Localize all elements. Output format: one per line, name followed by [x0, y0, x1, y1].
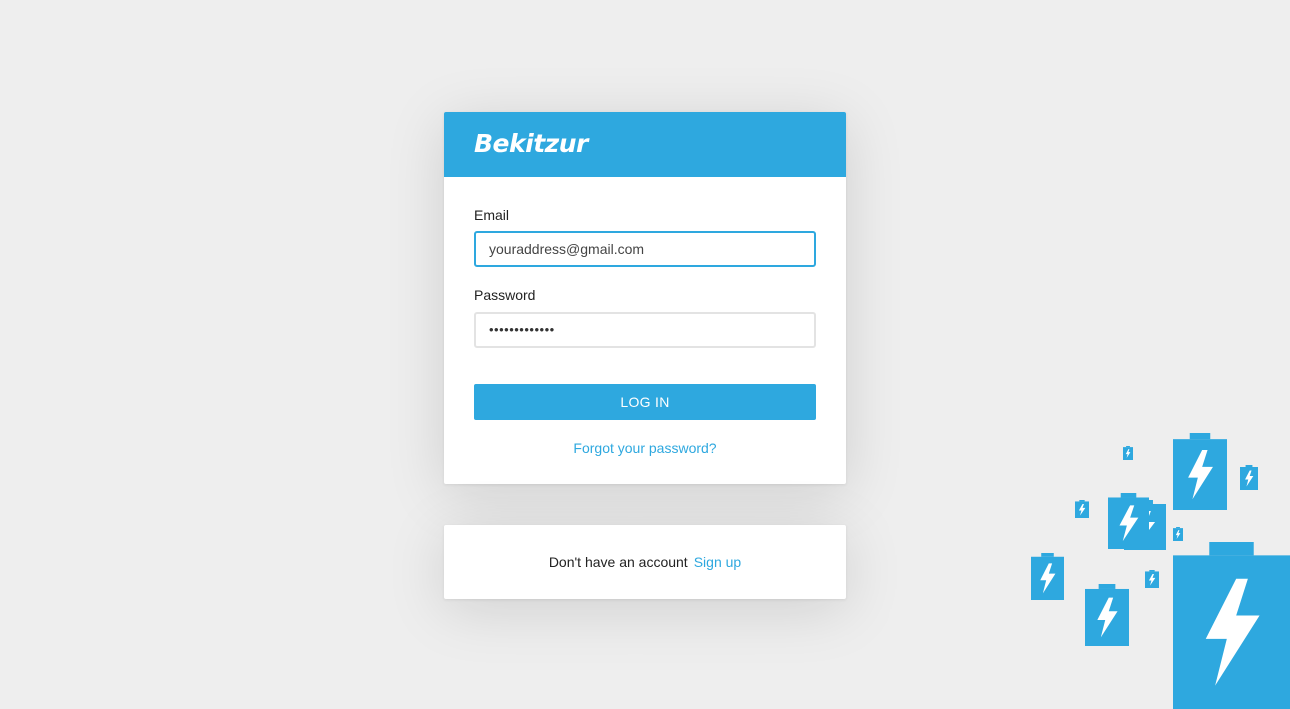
battery-charging-icon: [1085, 584, 1129, 646]
battery-charging-icon: [1173, 542, 1290, 709]
signup-prompt: Don't have an account: [548, 554, 688, 570]
battery-charging-icon: [1173, 527, 1183, 541]
battery-charging-icon: [1031, 553, 1064, 600]
battery-charging-icon: [1108, 493, 1149, 549]
battery-decoration: [1031, 433, 1290, 709]
password-label: Password: [474, 287, 536, 303]
battery-charging-icon: [1075, 500, 1089, 518]
signup-link[interactable]: Sign up: [694, 554, 741, 570]
battery-charging-icon: [1173, 433, 1227, 510]
login-button[interactable]: LOG IN: [474, 384, 816, 420]
battery-charging-icon: [1145, 570, 1159, 588]
card-header: Bekitzur: [444, 112, 846, 177]
email-field[interactable]: youraddress@gmail.com: [474, 231, 816, 267]
battery-charging-icon: [1240, 465, 1258, 490]
battery-charging-icon: [1123, 446, 1133, 460]
email-label: Email: [474, 207, 510, 223]
signup-card: Don't have an account Sign up: [444, 525, 846, 599]
forgot-password-link-text[interactable]: Forgot your password?: [573, 440, 716, 456]
forgot-password-link: Forgot your password?: [444, 440, 846, 456]
password-field[interactable]: •••••••••••••: [474, 312, 816, 348]
brand-logo: Bekitzur: [474, 129, 588, 158]
login-card: Bekitzur Email Password youraddress@gmai…: [444, 112, 846, 484]
